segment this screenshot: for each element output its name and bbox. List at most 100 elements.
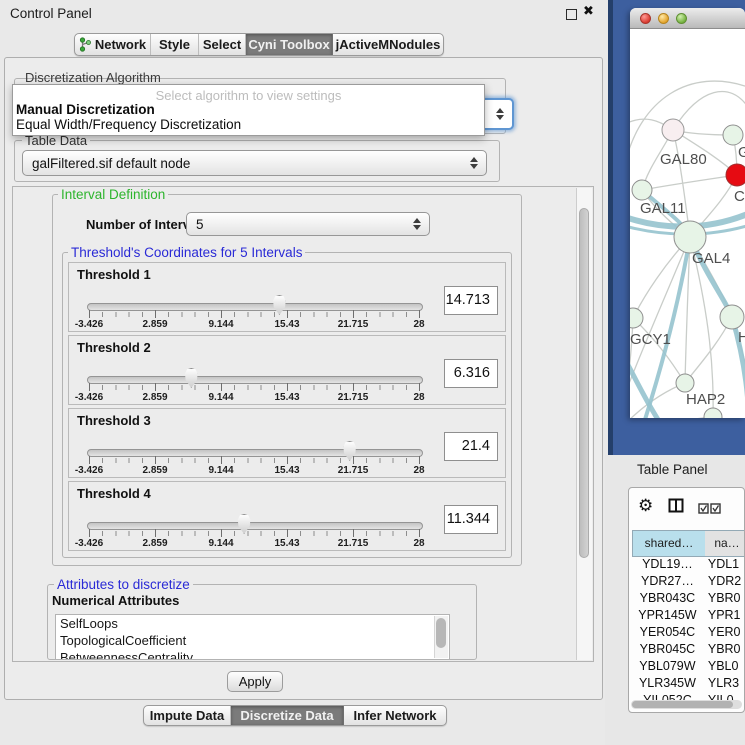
node-gal4[interactable] <box>674 221 706 253</box>
cell-name[interactable]: YBR0 <box>703 642 745 659</box>
node-label-gal11: GAL11 <box>640 200 686 217</box>
cell-name[interactable]: YDR2 <box>703 574 745 591</box>
tab-impute-data-label: Impute Data <box>150 708 224 723</box>
apply-button[interactable]: Apply <box>227 671 283 692</box>
slider-track[interactable] <box>87 376 423 384</box>
vertical-scrollbar-thumb[interactable] <box>579 208 589 558</box>
list-item-topologicalcoefficient[interactable]: TopologicalCoefficient <box>56 632 449 649</box>
node-ga[interactable] <box>723 125 743 145</box>
node-gal80[interactable] <box>662 119 684 141</box>
table-data-combobox[interactable]: galFiltered.sif default node <box>22 150 487 176</box>
gear-icon[interactable]: ⚙ <box>638 497 653 514</box>
cell-shared-name[interactable]: YER054C <box>632 625 703 642</box>
network-canvas[interactable]: GAL80 GA C GAL11 GAL4 GCY1 H HAP2 <box>630 29 745 418</box>
scale-label: 15.43 <box>274 538 299 549</box>
tab-infer-network[interactable]: Infer Network <box>344 706 446 725</box>
table-row[interactable]: YBL079WYBL0 <box>632 659 745 676</box>
zoom-traffic-light-icon[interactable] <box>676 13 687 24</box>
threshold-1-value-field[interactable]: 14.713 <box>444 286 498 315</box>
node-gcy1[interactable] <box>630 308 643 328</box>
table-row[interactable]: YLR345WYLR3 <box>632 676 745 693</box>
numerical-attributes-list: SelfLoops TopologicalCoefficient Between… <box>55 614 450 660</box>
interval-definition-group-label: Interval Definition <box>58 187 168 202</box>
cell-shared-name[interactable]: YDL19… <box>632 557 703 574</box>
cell-name[interactable]: YBL0 <box>703 659 745 676</box>
tab-impute-data[interactable]: Impute Data <box>144 706 231 725</box>
node-h[interactable] <box>720 305 744 329</box>
threshold-1-slider[interactable]: -3.426 2.859 9.144 15.43 21.715 28 <box>89 293 419 329</box>
node-hap2[interactable] <box>676 374 694 392</box>
horizontal-scrollbar[interactable] <box>631 700 742 709</box>
list-scrollbar-thumb[interactable] <box>436 618 446 648</box>
column-header-shared-name[interactable]: shared… <box>632 530 706 557</box>
table-row[interactable]: YBR045CYBR0 <box>632 642 745 659</box>
list-item-selfloops[interactable]: SelfLoops <box>56 615 449 632</box>
table-row[interactable]: YER054CYER0 <box>632 625 745 642</box>
tab-style-label: Style <box>159 37 190 52</box>
tab-network[interactable]: Network <box>75 34 151 55</box>
threshold-4-value-field[interactable]: 11.344 <box>444 505 498 534</box>
network-window-titlebar[interactable] <box>630 8 745 29</box>
table-row[interactable]: YDL19…YDL1 <box>632 557 745 574</box>
node-gal11[interactable] <box>632 180 652 200</box>
tab-cyni-toolbox[interactable]: Cyni Toolbox <box>246 34 333 55</box>
node-label-gcy1: GCY1 <box>630 331 671 348</box>
tab-select[interactable]: Select <box>199 34 246 55</box>
cell-name[interactable]: YLR3 <box>703 676 745 693</box>
column-layout-icon[interactable] <box>668 498 684 518</box>
slider-scale-labels: -3.426 2.859 9.144 15.43 21.715 28 <box>89 392 419 404</box>
node-selected-red[interactable] <box>726 164 745 186</box>
cell-shared-name[interactable]: YBR043C <box>632 591 703 608</box>
cell-shared-name[interactable]: YPR145W <box>632 608 703 625</box>
node-label-hap2: HAP2 <box>686 391 725 408</box>
slider-track[interactable] <box>87 522 423 530</box>
select-columns-icon[interactable] <box>698 501 722 519</box>
list-item-betweennesscentrality[interactable]: BetweennessCentrality <box>56 649 449 660</box>
tab-discretize-data[interactable]: Discretize Data <box>231 706 344 725</box>
menu-item-equal-width-frequency[interactable]: Equal Width/Frequency Discretization <box>16 117 241 132</box>
menu-item-manual-discretization[interactable]: Manual Discretization <box>16 102 155 117</box>
discretization-algorithm-group-label: Discretization Algorithm <box>22 70 164 85</box>
node-partial[interactable] <box>704 408 722 418</box>
cell-name[interactable]: YER0 <box>703 625 745 642</box>
cell-shared-name[interactable]: YBL079W <box>632 659 703 676</box>
threshold-2-slider[interactable]: -3.426 2.859 9.144 15.43 21.715 28 <box>89 366 419 402</box>
slider-scale-labels: -3.426 2.859 9.144 15.43 21.715 28 <box>89 465 419 477</box>
number-of-intervals-spinner[interactable]: 5 <box>186 212 430 236</box>
slider-ticks <box>89 531 420 536</box>
close-traffic-light-icon[interactable] <box>640 13 651 24</box>
cell-shared-name[interactable]: YDR27… <box>632 574 703 591</box>
scale-label: 21.715 <box>338 465 369 476</box>
table-row[interactable]: YPR145WYPR1 <box>632 608 745 625</box>
table-row[interactable]: YBR043CYBR0 <box>632 591 745 608</box>
float-window-icon[interactable] <box>566 9 577 20</box>
column-header-name[interactable]: na… <box>705 530 745 557</box>
node-label-gal80: GAL80 <box>660 151 707 168</box>
slider-track[interactable] <box>87 449 423 457</box>
close-icon[interactable]: ✖ <box>583 3 594 19</box>
threshold-row-2: Threshold 2 -3.426 2.859 9.144 15.43 21.… <box>68 335 506 405</box>
cell-name[interactable]: YDL1 <box>703 557 745 574</box>
table-row[interactable]: YDR27…YDR2 <box>632 574 745 591</box>
list-scrollbar[interactable] <box>434 616 448 658</box>
threshold-3-slider[interactable]: -3.426 2.859 9.144 15.43 21.715 28 <box>89 439 419 475</box>
numerical-attributes-label: Numerical Attributes <box>52 593 179 608</box>
scale-label: -3.426 <box>75 319 103 330</box>
cell-shared-name[interactable]: YLR345W <box>632 676 703 693</box>
threshold-3-value-field[interactable]: 21.4 <box>444 432 498 461</box>
cell-name[interactable]: YPR1 <box>703 608 745 625</box>
cell-shared-name[interactable]: YBR045C <box>632 642 703 659</box>
threshold-2-value-field[interactable]: 6.316 <box>444 359 498 388</box>
slider-track[interactable] <box>87 303 423 311</box>
horizontal-scrollbar-thumb[interactable] <box>632 701 733 708</box>
node-table-container: ⚙ shared… na… YDL19…YDL1 YDR27…YDR2 <box>628 487 745 713</box>
scale-label: 2.859 <box>142 319 167 330</box>
cell-name[interactable]: YBR0 <box>703 591 745 608</box>
network-view-window[interactable]: GAL80 GA C GAL11 GAL4 GCY1 H HAP2 <box>630 8 745 418</box>
tab-style[interactable]: Style <box>151 34 199 55</box>
vertical-scrollbar[interactable] <box>576 188 592 660</box>
threshold-4-slider[interactable]: -3.426 2.859 9.144 15.43 21.715 28 <box>89 512 419 548</box>
scale-label: 21.715 <box>338 319 369 330</box>
tab-jactivemnodules[interactable]: jActiveMNodules <box>333 34 443 55</box>
minimize-traffic-light-icon[interactable] <box>658 13 669 24</box>
